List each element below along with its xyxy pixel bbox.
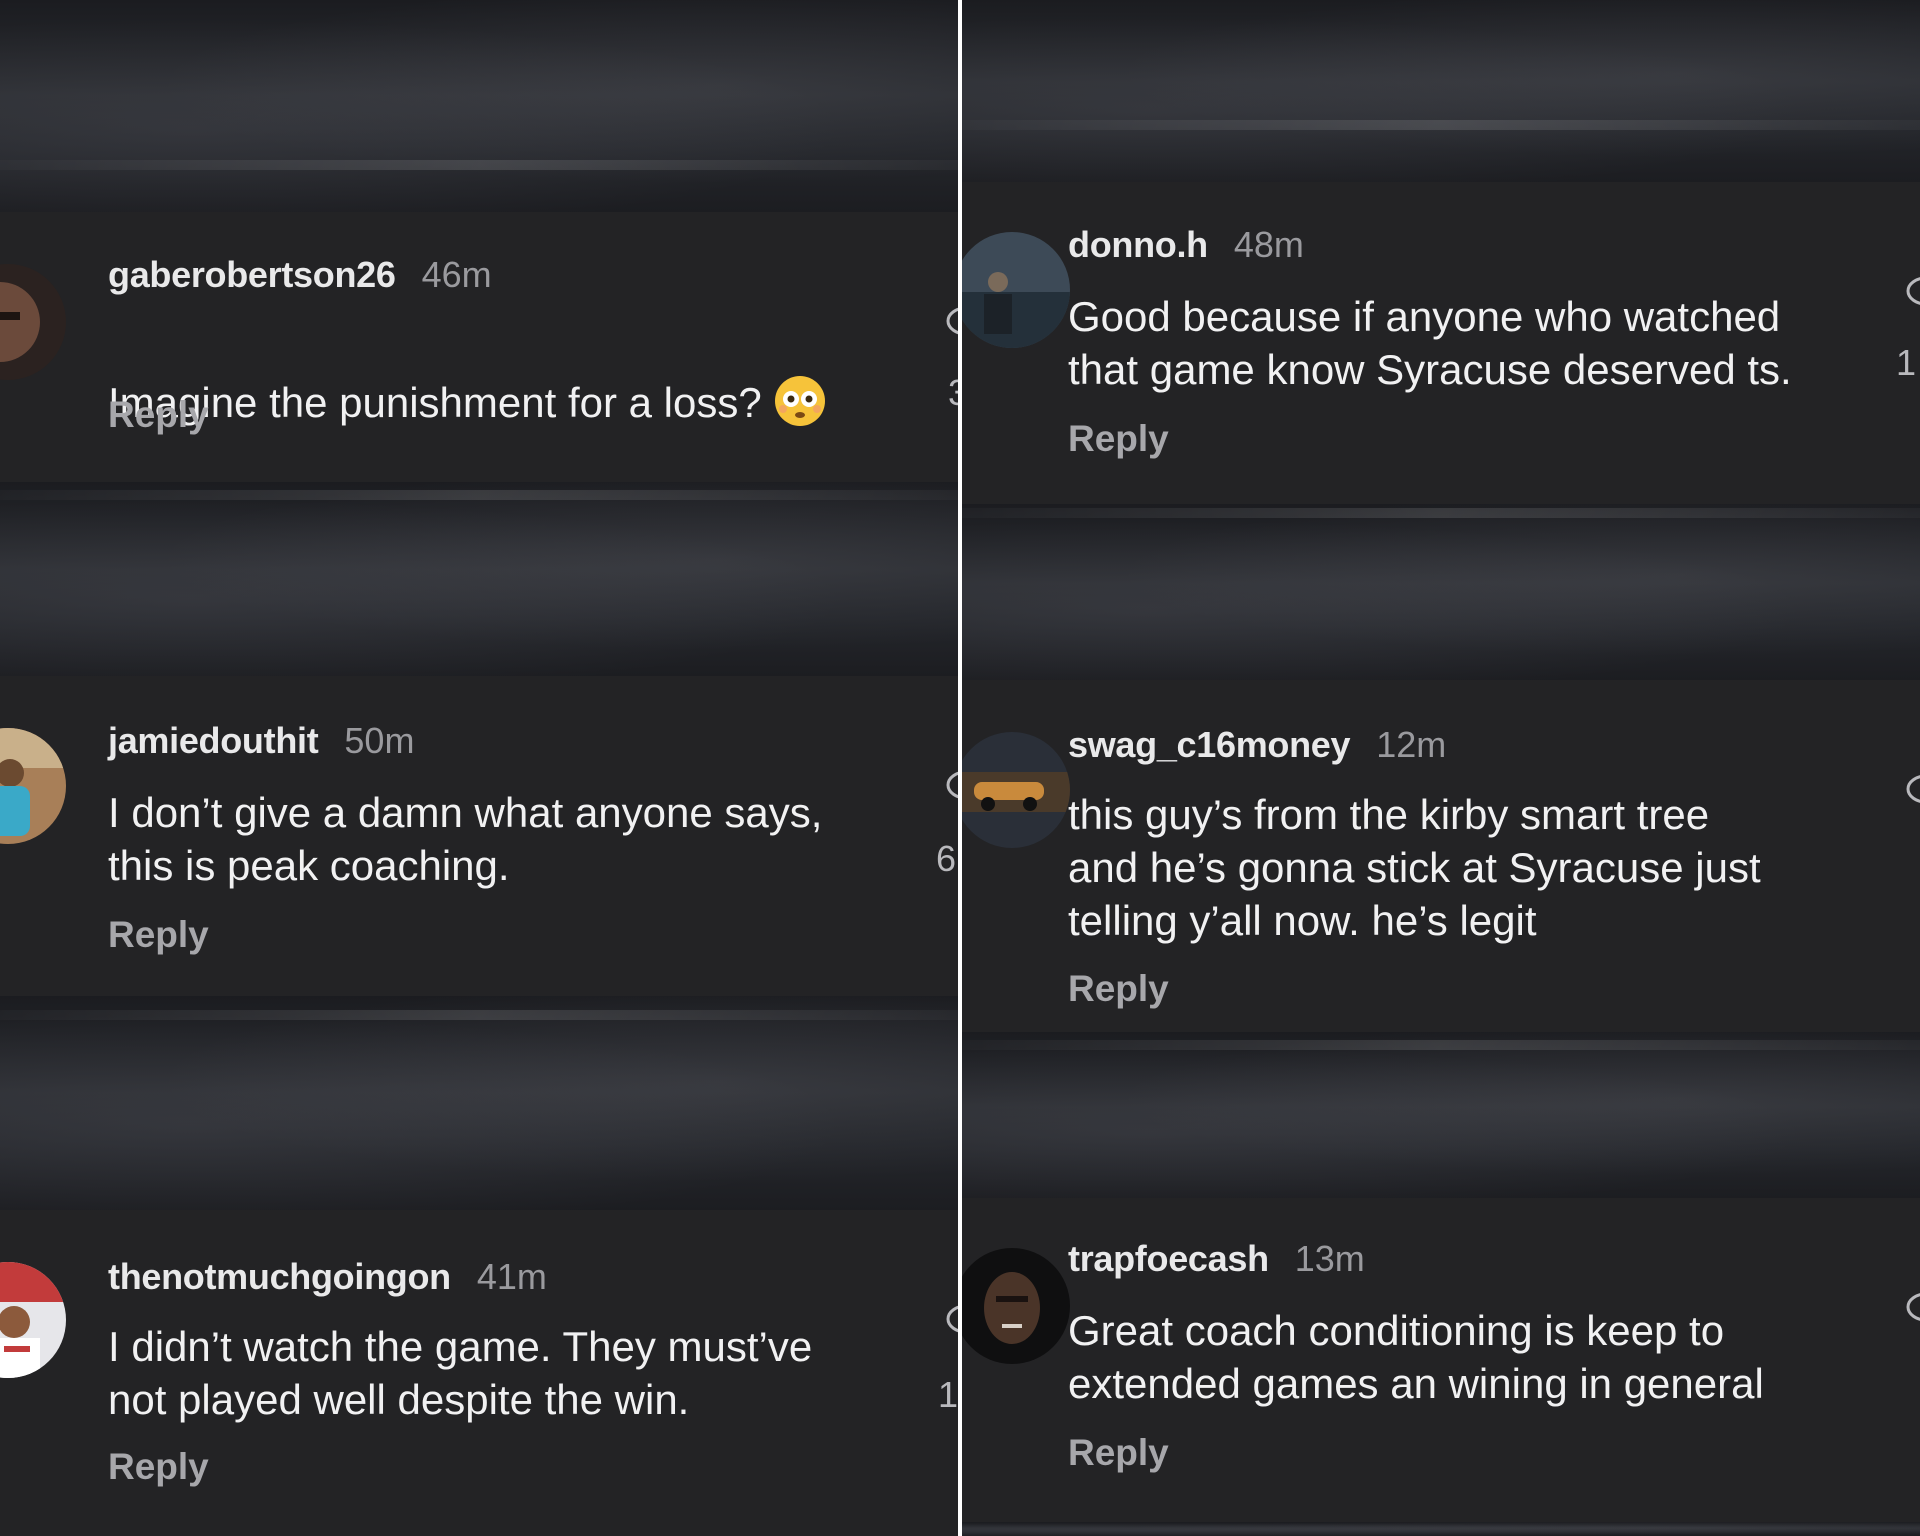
- comment-card: swag_c16money 12m this guy’s from the ki…: [960, 680, 1920, 1032]
- comment-card: gaberobertson26 46m Imagine the punishme…: [0, 212, 960, 482]
- blurred-background: [0, 996, 960, 1210]
- comment-card: donno.h 48m Good because if anyone who w…: [960, 182, 1920, 504]
- reply-button[interactable]: Reply: [108, 394, 209, 436]
- username[interactable]: jamiedouthit: [108, 720, 319, 762]
- comment-meta: thenotmuchgoingon 41m: [108, 1256, 547, 1298]
- blurred-background: [960, 1522, 1920, 1536]
- avatar[interactable]: [960, 232, 1070, 348]
- timestamp: 13m: [1294, 1238, 1365, 1279]
- reply-button[interactable]: Reply: [1068, 968, 1169, 1010]
- comment-meta: jamiedouthit 50m: [108, 720, 414, 762]
- comment-text: I don’t give a damn what anyone says, th…: [108, 789, 823, 889]
- comment-meta: swag_c16money 12m: [1068, 724, 1446, 766]
- column-divider: [958, 0, 962, 1536]
- blurred-background: [0, 0, 960, 212]
- reply-button[interactable]: Reply: [108, 914, 209, 956]
- comment-meta: donno.h 48m: [1068, 224, 1304, 266]
- heart-outline-icon[interactable]: [1904, 274, 1920, 308]
- comment-card: thenotmuchgoingon 41m I didn’t watch the…: [0, 1210, 960, 1536]
- avatar[interactable]: [0, 728, 66, 844]
- username[interactable]: trapfoecash: [1068, 1238, 1269, 1280]
- timestamp: 48m: [1233, 224, 1304, 265]
- flushed-face-emoji: [774, 376, 825, 426]
- comment-meta: gaberobertson26 46m: [108, 254, 492, 296]
- left-comment-column: gaberobertson26 46m Imagine the punishme…: [0, 0, 960, 1536]
- avatar[interactable]: [0, 1262, 66, 1378]
- heart-outline-icon[interactable]: [1904, 772, 1920, 806]
- comment-text: Imagine the punishment for a loss?: [108, 322, 826, 429]
- timestamp: 50m: [344, 720, 415, 761]
- timestamp: 41m: [476, 1256, 547, 1297]
- timestamp: 46m: [421, 254, 492, 295]
- comment-meta: trapfoecash 13m: [1068, 1238, 1365, 1280]
- username[interactable]: swag_c16money: [1068, 724, 1351, 766]
- comment-text: this guy’s from the kirby smart tree and…: [1068, 791, 1761, 944]
- right-comment-column: donno.h 48m Good because if anyone who w…: [960, 0, 1920, 1536]
- timestamp: 12m: [1376, 724, 1447, 765]
- avatar[interactable]: [960, 732, 1070, 848]
- blurred-background: [0, 482, 960, 676]
- heart-outline-icon[interactable]: [1904, 1290, 1920, 1324]
- like-count: 1: [938, 1374, 959, 1415]
- like-count: 1: [1896, 342, 1917, 383]
- reply-button[interactable]: Reply: [1068, 1432, 1169, 1474]
- reply-button[interactable]: Reply: [108, 1446, 209, 1488]
- reply-button[interactable]: Reply: [1068, 418, 1169, 460]
- like-count: 6: [936, 838, 957, 879]
- avatar[interactable]: [0, 264, 66, 380]
- blurred-background: [960, 504, 1920, 680]
- avatar[interactable]: [960, 1248, 1070, 1364]
- comment-text: Great coach conditioning is keep to exte…: [1068, 1307, 1764, 1407]
- blurred-background: [960, 1032, 1920, 1198]
- comment-text: Good because if anyone who watched that …: [1068, 293, 1792, 393]
- username[interactable]: thenotmuchgoingon: [108, 1256, 451, 1298]
- comment-card: trapfoecash 13m Great coach conditioning…: [960, 1198, 1920, 1522]
- username[interactable]: donno.h: [1068, 224, 1208, 266]
- comment-card: jamiedouthit 50m I don’t give a damn wha…: [0, 676, 960, 996]
- blurred-background: [960, 0, 1920, 182]
- comment-text: I didn’t watch the game. They must’ve no…: [108, 1323, 813, 1423]
- comment-screenshot-collage: gaberobertson26 46m Imagine the punishme…: [0, 0, 1920, 1536]
- username[interactable]: gaberobertson26: [108, 254, 396, 296]
